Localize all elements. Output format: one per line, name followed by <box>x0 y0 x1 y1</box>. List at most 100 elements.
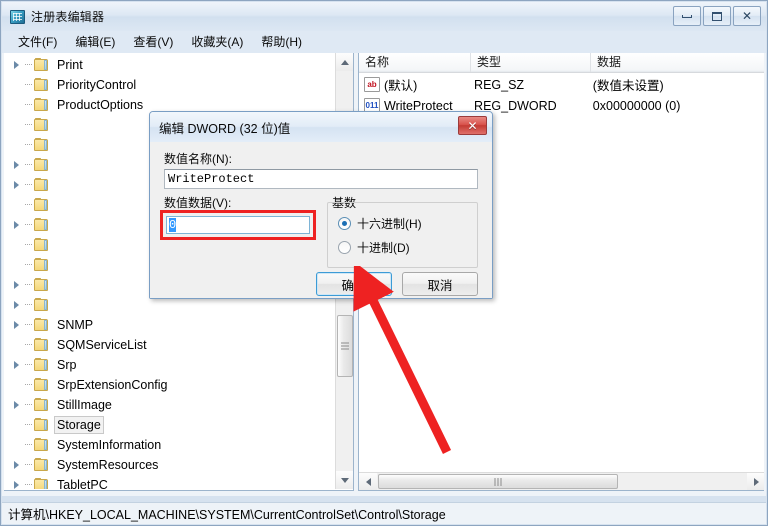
menu-item-view[interactable]: 查看(V) <box>125 31 183 53</box>
tree-item-productoptions[interactable]: ProductOptions <box>9 95 146 115</box>
tree-item[interactable] <box>9 295 60 315</box>
window-title: 注册表编辑器 <box>31 10 105 24</box>
ok-button[interactable]: 确定 <box>316 272 392 296</box>
tree-connector-line <box>25 277 34 293</box>
tree-item[interactable] <box>9 255 60 275</box>
tree-item[interactable] <box>9 115 60 135</box>
expand-arrow-icon[interactable] <box>9 157 25 173</box>
tree-item-systemresources[interactable]: SystemResources <box>9 455 161 475</box>
tree-item-storage[interactable]: Storage <box>9 415 104 435</box>
list-scroll-right-button[interactable] <box>747 473 764 490</box>
tree-scroll-up-button[interactable] <box>336 53 353 71</box>
folder-icon <box>34 78 50 92</box>
column-header-name[interactable]: 名称 <box>359 53 471 72</box>
tree-scroll-down-button[interactable] <box>336 471 353 489</box>
tree-item-label: StillImage <box>57 398 112 412</box>
value-data-label: 数值数据(V): <box>164 196 232 210</box>
tree-connector-line <box>25 457 34 473</box>
tree-item-stillimage[interactable]: StillImage <box>9 395 115 415</box>
expand-arrow-icon[interactable] <box>9 297 25 313</box>
tree-item-label: Storage <box>54 416 104 434</box>
cancel-button[interactable]: 取消 <box>402 272 478 296</box>
maximize-button[interactable] <box>703 6 731 26</box>
chevron-down-icon <box>341 477 349 483</box>
grip-icon <box>494 477 502 486</box>
menu-item-edit[interactable]: 编辑(E) <box>67 31 125 53</box>
value-data-input[interactable]: 0 <box>166 216 310 234</box>
tree-item-srpextensionconfig[interactable]: SrpExtensionConfig <box>9 375 170 395</box>
expand-arrow-icon[interactable] <box>9 457 25 473</box>
dialog-title-bar: 编辑 DWORD (32 位)值 ✕ <box>150 112 492 142</box>
table-row[interactable]: ab (默认) REG_SZ (数值未设置) <box>359 74 764 95</box>
expand-arrow-icon[interactable] <box>9 217 25 233</box>
tree-item-srp[interactable]: Srp <box>9 355 79 375</box>
tree-item-print[interactable]: Print <box>9 55 86 75</box>
title-bar: 注册表编辑器 ✕ <box>2 2 766 31</box>
tree-connector-line <box>25 397 34 413</box>
folder-icon <box>34 338 50 352</box>
tree-item[interactable] <box>9 235 60 255</box>
tree-item-tabletpc[interactable]: TabletPC <box>9 475 111 489</box>
tree-connector-line <box>25 137 34 153</box>
tree-connector-line <box>25 117 34 133</box>
expand-arrow-icon[interactable] <box>9 177 25 193</box>
folder-icon <box>34 378 50 392</box>
tree-item[interactable] <box>9 175 60 195</box>
tree-item[interactable] <box>9 155 60 175</box>
tree-item[interactable] <box>9 215 60 235</box>
expand-arrow-icon[interactable] <box>9 277 25 293</box>
tree-item[interactable] <box>9 275 60 295</box>
expand-arrow-icon[interactable] <box>9 477 25 489</box>
value-icon-glyph: ab <box>367 79 377 89</box>
tree-item[interactable] <box>9 195 60 215</box>
close-icon: ✕ <box>467 118 478 133</box>
tree-connector-line <box>25 157 34 173</box>
tree-connector-line <box>25 377 34 393</box>
close-button[interactable]: ✕ <box>733 6 761 26</box>
menu-item-help[interactable]: 帮助(H) <box>253 31 312 53</box>
cell-value-type: REG_SZ <box>474 77 525 92</box>
value-name-input[interactable]: WriteProtect <box>164 169 478 189</box>
list-column-headers: 名称 类型 数据 <box>359 53 764 73</box>
minimize-icon <box>682 14 692 18</box>
tree-item-label: ProductOptions <box>57 98 144 112</box>
tree-connector-line <box>25 477 34 489</box>
expand-arrow-icon[interactable] <box>9 57 25 73</box>
tree-connector-line <box>25 217 34 233</box>
cell-value-name: (默认) <box>384 79 418 93</box>
tree-item-systeminformation[interactable]: SystemInformation <box>9 435 164 455</box>
chevron-up-icon <box>341 59 349 65</box>
status-bar-path: 计算机\HKEY_LOCAL_MACHINE\SYSTEM\CurrentCon… <box>8 508 446 522</box>
tree-item-snmp[interactable]: SNMP <box>9 315 96 335</box>
list-scroll-left-button[interactable] <box>359 473 377 490</box>
tree-connector-line <box>25 297 34 313</box>
tree-item[interactable] <box>9 135 60 155</box>
folder-icon <box>34 198 50 212</box>
tree-item-sqmservicelist[interactable]: SQMServiceList <box>9 335 150 355</box>
folder-icon <box>34 398 50 412</box>
menu-item-file[interactable]: 文件(F) <box>10 31 67 53</box>
radio-decimal[interactable]: 十进制(D) <box>338 239 410 256</box>
column-header-data[interactable]: 数据 <box>591 53 764 72</box>
folder-icon <box>34 258 50 272</box>
close-icon: ✕ <box>741 9 753 23</box>
tree-item-prioritycontrol[interactable]: PriorityControl <box>9 75 139 95</box>
minimize-button[interactable] <box>673 6 701 26</box>
expand-arrow-icon[interactable] <box>9 317 25 333</box>
menu-item-favorites[interactable]: 收藏夹(A) <box>183 31 253 53</box>
dialog-close-button[interactable]: ✕ <box>458 116 487 135</box>
radio-selected-icon <box>338 217 351 230</box>
radio-decimal-label: 十进制(D) <box>357 241 410 255</box>
expand-arrow-icon[interactable] <box>9 357 25 373</box>
expand-arrow-icon[interactable] <box>9 397 25 413</box>
tree-scrollbar-thumb[interactable] <box>337 315 353 377</box>
radio-unselected-icon <box>338 241 351 254</box>
column-header-type[interactable]: 类型 <box>471 53 591 72</box>
list-horizontal-scrollbar[interactable] <box>359 472 764 490</box>
tree-connector-line <box>25 197 34 213</box>
list-scrollbar-thumb[interactable] <box>378 474 618 489</box>
radio-hexadecimal[interactable]: 十六进制(H) <box>338 215 422 232</box>
folder-icon <box>34 178 50 192</box>
